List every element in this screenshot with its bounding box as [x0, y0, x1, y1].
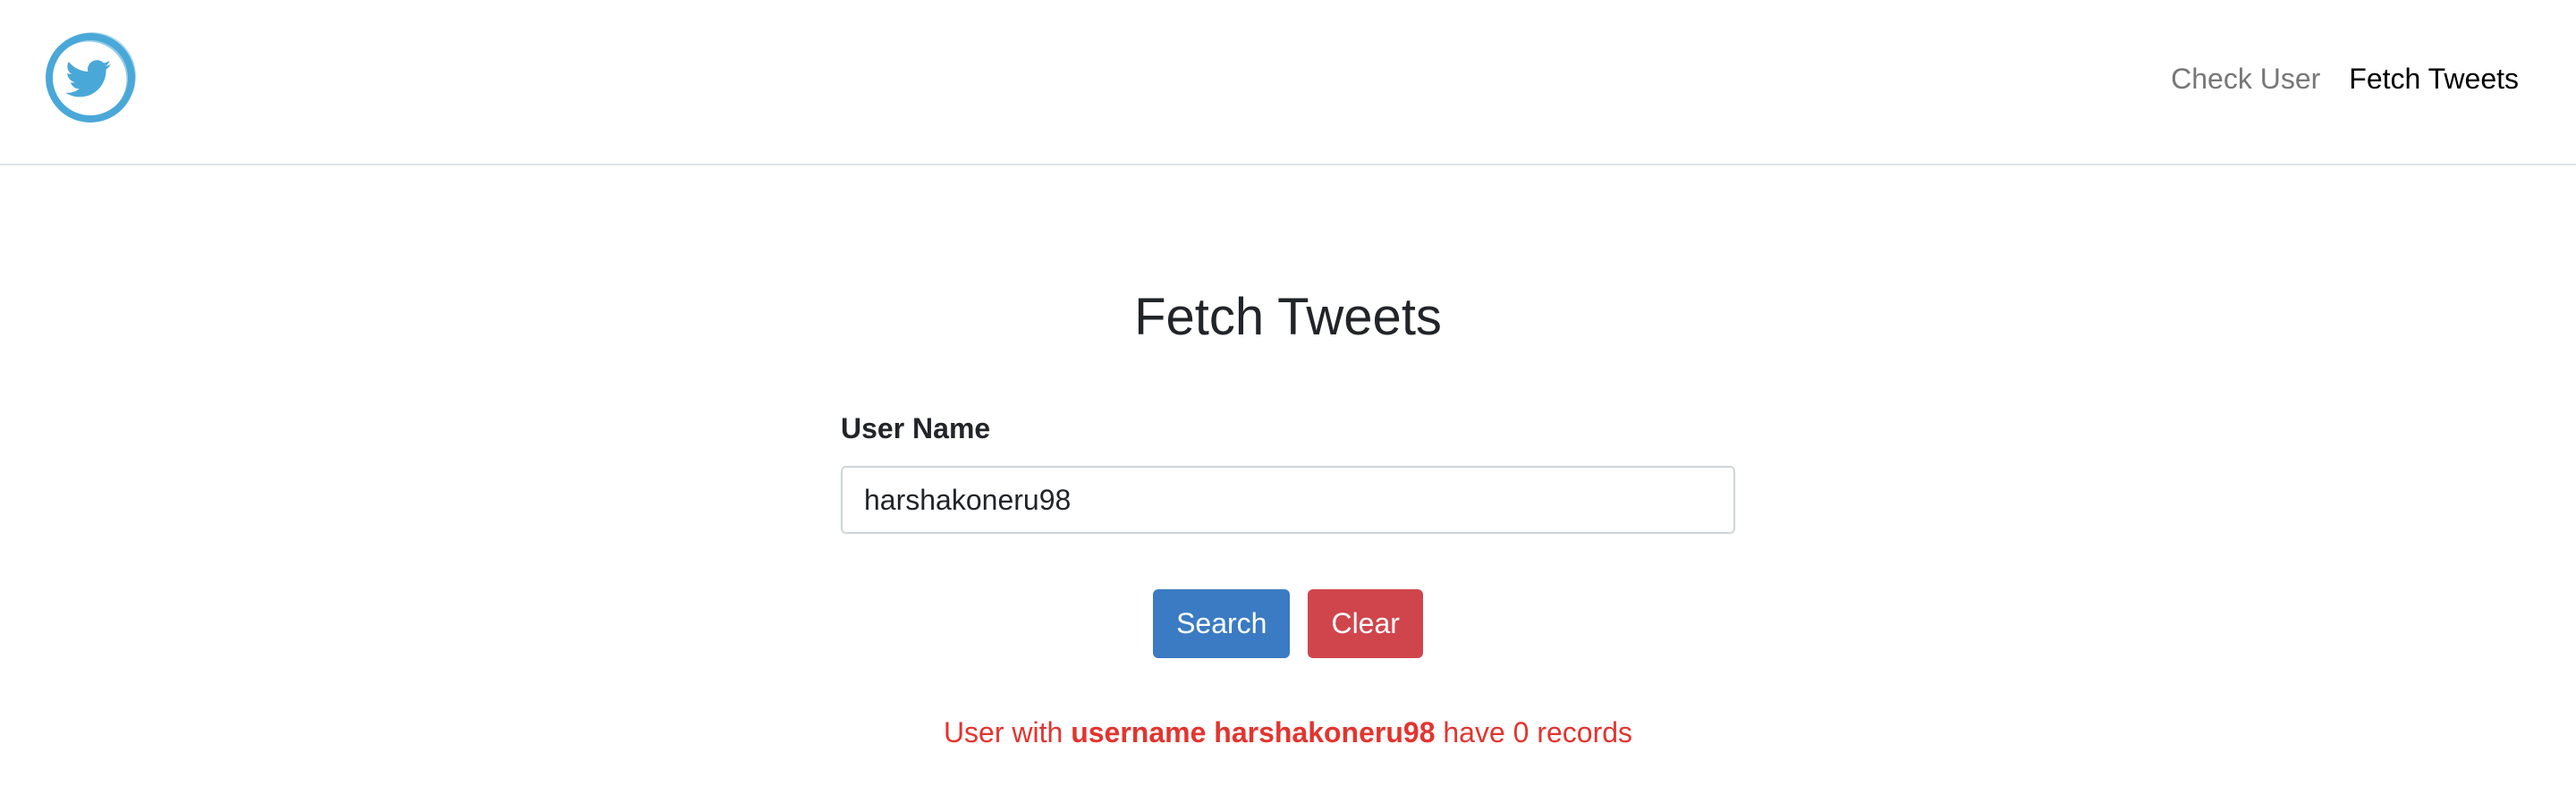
twitter-logo-icon[interactable] — [43, 30, 138, 125]
username-input[interactable] — [841, 466, 1735, 534]
search-button[interactable]: Search — [1153, 589, 1291, 658]
top-navbar: Check User Fetch Tweets — [0, 0, 2576, 165]
nav-link-fetch-tweets[interactable]: Fetch Tweets — [2349, 59, 2519, 98]
result-prefix: User with — [943, 716, 1063, 748]
result-message: User with username harshakoneru98 have 0… — [0, 713, 2576, 752]
result-username: username harshakoneru98 — [1071, 716, 1436, 748]
main-content: Fetch Tweets User Name Search Clear User… — [0, 167, 2576, 803]
username-label: User Name — [841, 412, 991, 444]
form-buttons: Search Clear — [0, 589, 2576, 658]
clear-button[interactable]: Clear — [1308, 589, 1423, 658]
fetch-tweets-form: User Name — [841, 410, 1735, 534]
nav-link-check-user[interactable]: Check User — [2171, 59, 2320, 98]
nav-links: Check User Fetch Tweets — [2171, 59, 2519, 98]
page-title: Fetch Tweets — [1134, 288, 1442, 346]
result-suffix: have 0 records — [1443, 716, 1633, 748]
